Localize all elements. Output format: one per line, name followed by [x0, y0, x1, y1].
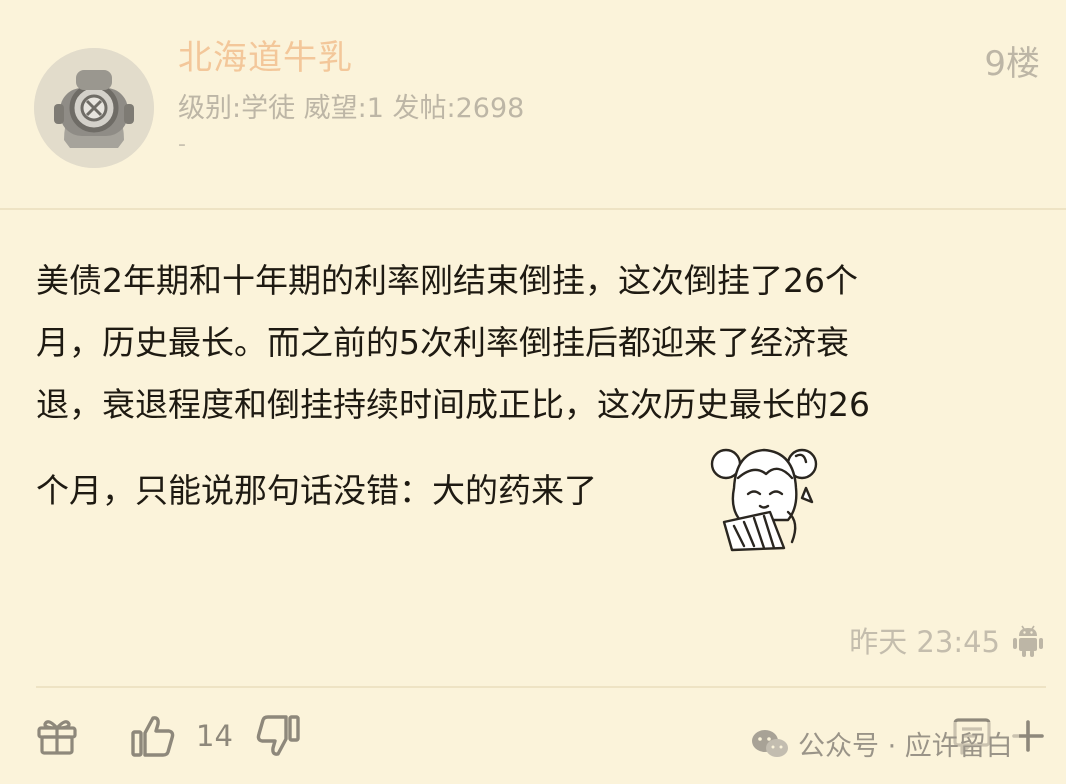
gift-icon[interactable] — [36, 716, 78, 756]
anime-girl-fan-sticker-icon — [710, 448, 818, 552]
username[interactable]: 北海道牛乳 — [178, 30, 353, 79]
content-line: 退，衰退程度和倒挂持续时间成正比，这次历史最长的26 — [36, 385, 870, 424]
diving-helmet-avatar-icon — [34, 48, 154, 168]
avatar[interactable] — [34, 48, 154, 168]
post-card: 北海道牛乳 级别:学徒 威望:1 发帖:2698 - 9楼 美债2年期和十年期的… — [0, 0, 1066, 784]
thumbs-up-icon[interactable] — [130, 714, 176, 758]
post-time-row: 昨天 23:45 — [849, 620, 1044, 660]
post-timestamp: 昨天 23:45 — [849, 625, 1000, 659]
action-bar: 14 — [36, 706, 301, 766]
floor-number: 9楼 — [984, 44, 1040, 84]
content-line: 美债2年期和十年期的利率刚结束倒挂，这次倒挂了26个 — [36, 261, 858, 300]
watermark-text: 公众号 · 应许留白 — [798, 731, 1013, 762]
user-signature: - — [178, 132, 186, 157]
header-divider — [0, 208, 1066, 210]
footer-divider — [36, 686, 1046, 688]
android-icon — [1013, 625, 1043, 657]
user-meta: 级别:学徒 威望:1 发帖:2698 — [178, 93, 525, 124]
post-content: 美债2年期和十年期的利率刚结束倒挂，这次倒挂了26个 月，历史最长。而之前的5次… — [36, 250, 1036, 522]
content-line: 个月，只能说那句话没错：大的药来了 — [36, 471, 597, 510]
content-line: 月，历史最长。而之前的5次利率倒挂后都迎来了经济衰 — [36, 323, 849, 362]
wechat-icon — [752, 729, 788, 757]
like-count: 14 — [196, 719, 233, 753]
watermark: 公众号 · 应许留白 — [744, 722, 1019, 765]
thumbs-down-icon[interactable] — [255, 714, 301, 758]
